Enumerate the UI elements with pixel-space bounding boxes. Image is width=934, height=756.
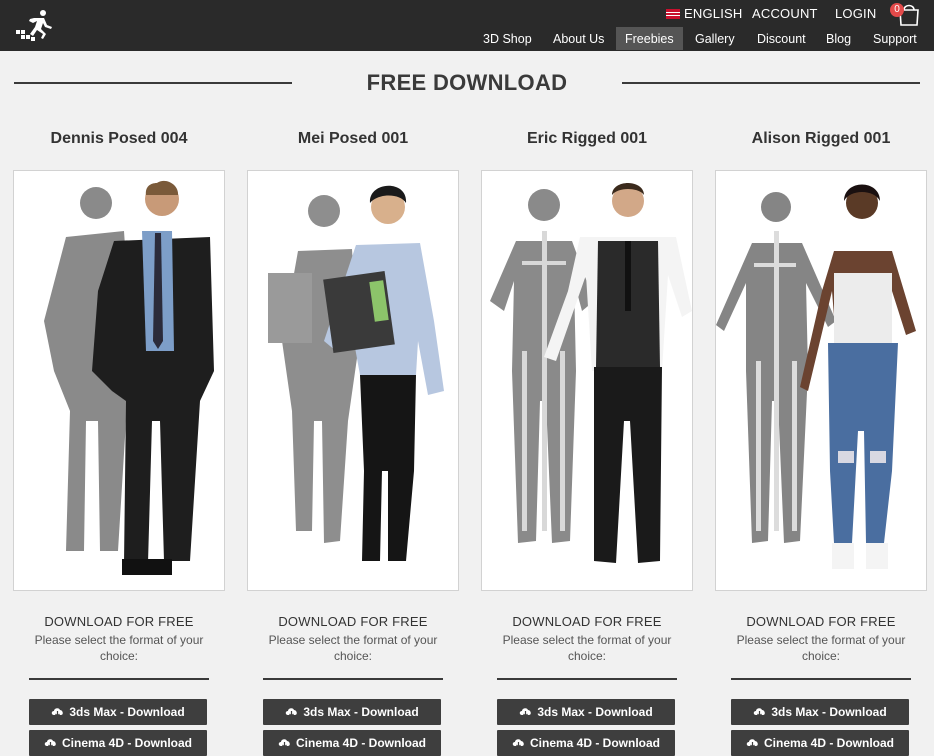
runner-logo-icon[interactable] [14, 8, 54, 42]
language-label: ENGLISH [684, 6, 743, 21]
heading-rule-right [622, 82, 920, 84]
divider [497, 678, 677, 680]
cloud-download-icon [52, 708, 64, 717]
download-cinema-4d-button[interactable]: Cinema 4D - Download [497, 730, 675, 756]
cloud-download-icon [278, 739, 290, 748]
product-name[interactable]: Dennis Posed 004 [13, 130, 225, 148]
button-label: Cinema 4D - Download [763, 736, 894, 750]
login-link[interactable]: LOGIN [835, 6, 876, 21]
button-label: 3ds Max - Download [537, 705, 653, 719]
product-image[interactable] [13, 170, 225, 591]
nav-about-us[interactable]: About Us [544, 27, 613, 50]
divider [263, 678, 443, 680]
cloud-download-icon [520, 708, 532, 717]
download-title: DOWNLOAD FOR FREE [278, 614, 428, 629]
product-image[interactable] [247, 170, 459, 591]
download-cinema-4d-button[interactable]: Cinema 4D - Download [263, 730, 441, 756]
download-description: Please select the format of your choice: [736, 633, 906, 663]
product-image[interactable] [481, 170, 693, 591]
download-title: DOWNLOAD FOR FREE [44, 614, 194, 629]
download-description: Please select the format of your choice: [34, 633, 204, 663]
download-title: DOWNLOAD FOR FREE [512, 614, 662, 629]
nav-support[interactable]: Support [864, 27, 926, 50]
button-label: 3ds Max - Download [303, 705, 419, 719]
cloud-download-icon [754, 708, 766, 717]
cloud-download-icon [286, 708, 298, 717]
cloud-download-icon [44, 739, 56, 748]
cloud-download-icon [746, 739, 758, 748]
nav-discount[interactable]: Discount [748, 27, 815, 50]
nav-3d-shop[interactable]: 3D Shop [474, 27, 541, 50]
download-3ds-max-button[interactable]: 3ds Max - Download [731, 699, 909, 725]
nav-freebies[interactable]: Freebies [616, 27, 683, 50]
download-3ds-max-button[interactable]: 3ds Max - Download [29, 699, 207, 725]
cloud-download-icon [512, 739, 524, 748]
product-name[interactable]: Mei Posed 001 [247, 130, 459, 148]
product-image[interactable] [715, 170, 927, 591]
nav-gallery[interactable]: Gallery [686, 27, 744, 50]
button-label: Cinema 4D - Download [529, 736, 660, 750]
download-description: Please select the format of your choice: [268, 633, 438, 663]
product-name[interactable]: Eric Rigged 001 [481, 130, 693, 148]
button-label: 3ds Max - Download [69, 705, 185, 719]
top-bar: ENGLISH ACCOUNT LOGIN 0 3D Shop About Us… [0, 0, 934, 51]
button-label: 3ds Max - Download [771, 705, 887, 719]
nav-blog[interactable]: Blog [817, 27, 860, 50]
cart-count-badge: 0 [890, 3, 904, 17]
download-3ds-max-button[interactable]: 3ds Max - Download [263, 699, 441, 725]
language-selector[interactable]: ENGLISH [666, 6, 742, 21]
uk-flag-icon [666, 8, 680, 19]
account-link[interactable]: ACCOUNT [752, 6, 818, 21]
download-cinema-4d-button[interactable]: Cinema 4D - Download [29, 730, 207, 756]
divider [731, 678, 911, 680]
button-label: Cinema 4D - Download [61, 736, 192, 750]
download-title: DOWNLOAD FOR FREE [746, 614, 896, 629]
divider [29, 678, 209, 680]
download-3ds-max-button[interactable]: 3ds Max - Download [497, 699, 675, 725]
product-name[interactable]: Alison Rigged 001 [715, 130, 927, 148]
button-label: Cinema 4D - Download [295, 736, 426, 750]
download-description: Please select the format of your choice: [502, 633, 672, 663]
download-cinema-4d-button[interactable]: Cinema 4D - Download [731, 730, 909, 756]
